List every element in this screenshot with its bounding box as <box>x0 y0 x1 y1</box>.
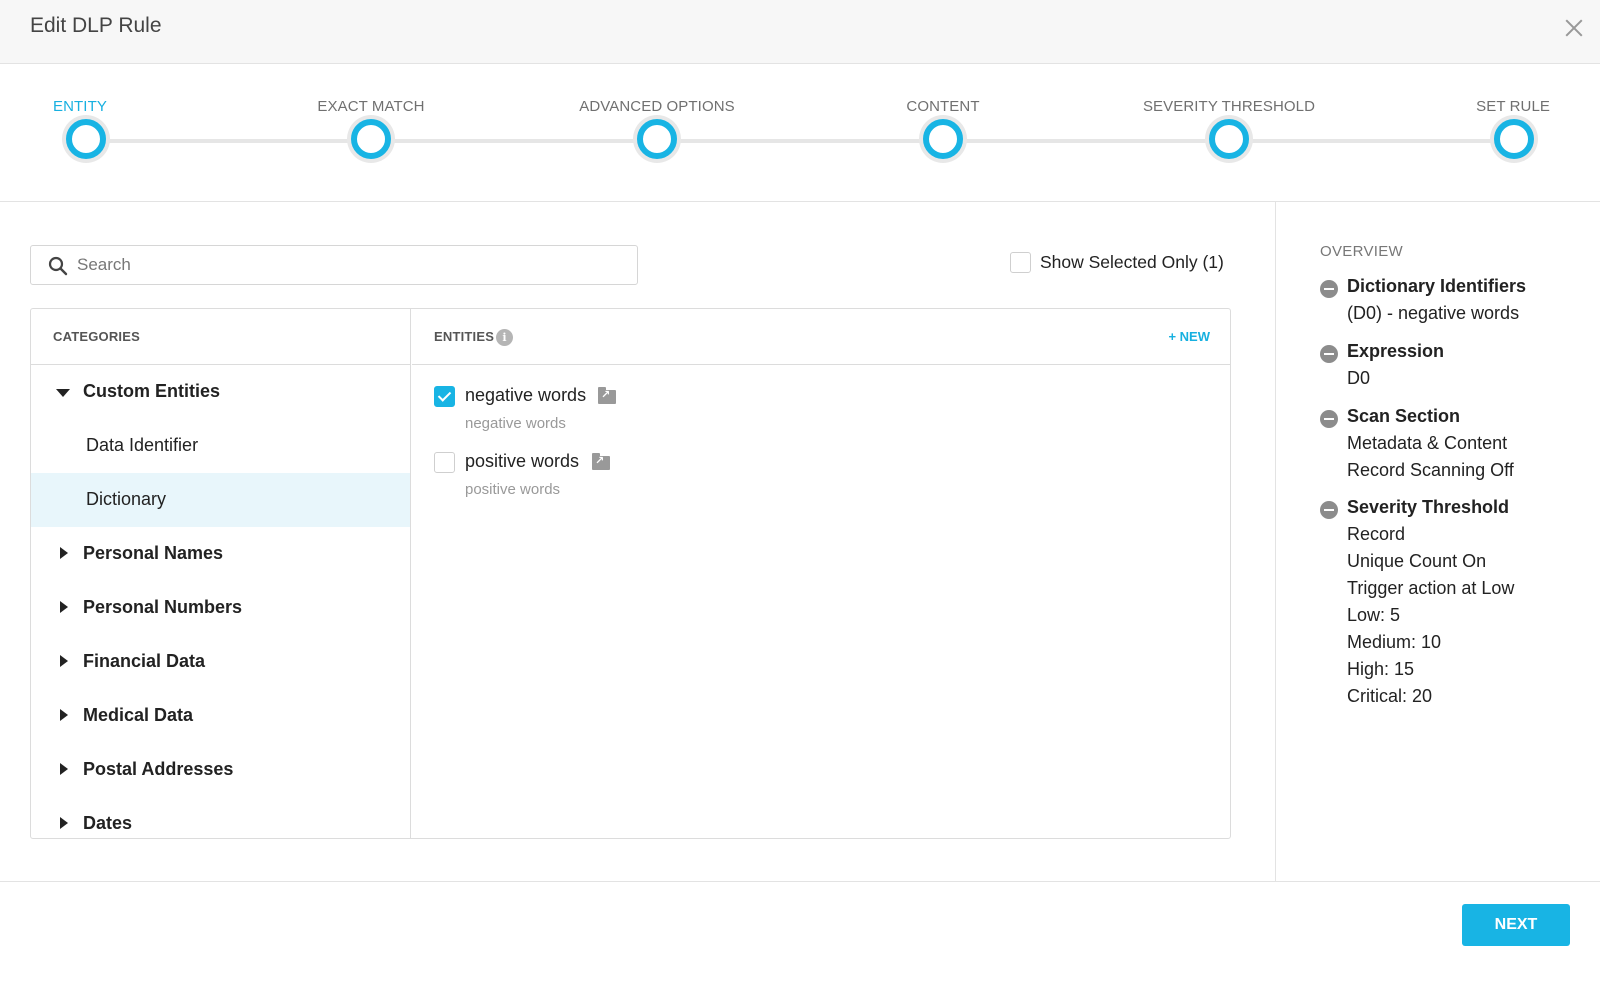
entity-description: positive words <box>465 481 561 498</box>
caret-down-icon[interactable] <box>56 389 70 397</box>
overview-section-title: Severity Threshold <box>1347 497 1510 517</box>
overview-section-title: Expression <box>1347 341 1445 361</box>
step-dot[interactable] <box>923 119 963 159</box>
overview-section-value: D0 <box>1347 368 1371 388</box>
search-box[interactable] <box>30 245 638 285</box>
overview-section-value: Medium: 10 <box>1347 632 1442 652</box>
step-dot[interactable] <box>66 119 106 159</box>
entities-list: negative wordsnegative wordspositive wor… <box>412 365 1230 498</box>
caret-right-icon[interactable] <box>60 601 68 613</box>
new-entity-link[interactable]: + NEW <box>1168 329 1210 344</box>
step-label: ADVANCED OPTIONS <box>579 98 735 115</box>
step-dot[interactable] <box>1209 119 1249 159</box>
category-item[interactable]: Custom Entities <box>31 365 410 419</box>
entity-checkbox[interactable] <box>434 452 455 473</box>
caret-right-icon[interactable] <box>60 709 68 721</box>
caret-right-icon[interactable] <box>60 817 68 829</box>
category-label: Postal Addresses <box>83 759 234 779</box>
category-item[interactable]: Postal Addresses <box>31 743 410 797</box>
info-icon[interactable]: i <box>496 329 513 346</box>
overview-section-title: Dictionary Identifiers <box>1347 276 1527 296</box>
entity-selection-area: Show Selected Only (1) CATEGORIES Custom… <box>0 202 1275 882</box>
category-item[interactable]: Financial Data <box>31 635 410 689</box>
caret-right-icon[interactable] <box>60 547 68 559</box>
overview-section-value: Record <box>1347 524 1406 544</box>
overview-section-value: Low: 5 <box>1347 605 1401 625</box>
wizard-stepper: ENTITY EXACT MATCH ADVANCED OPTIONS CONTENT… <box>0 64 1600 202</box>
step-set-rule[interactable]: SET RULE <box>1394 64 1600 202</box>
categories-column: CATEGORIES Custom Entities Data Identifie… <box>31 309 411 838</box>
category-label: Custom Entities <box>83 381 221 401</box>
category-subitem[interactable]: Dictionary <box>31 473 410 527</box>
category-subitem[interactable]: Data Identifier <box>31 419 410 473</box>
step-content[interactable]: CONTENT <box>823 64 1063 202</box>
overview-section-value: Trigger action at Low <box>1347 578 1515 598</box>
category-label: Dictionary <box>86 489 167 509</box>
entity-checkbox[interactable] <box>434 386 455 407</box>
open-folder-icon[interactable] <box>598 387 616 404</box>
step-exact-match[interactable]: EXACT MATCH <box>251 64 491 202</box>
step-dot[interactable] <box>1494 119 1534 159</box>
entities-header-label: ENTITIES <box>434 329 495 344</box>
caret-right-icon[interactable] <box>60 655 68 667</box>
remove-icon[interactable] <box>1320 345 1338 363</box>
category-label: Medical Data <box>83 705 194 725</box>
step-dot[interactable] <box>351 119 391 159</box>
overview-section-value: Record Scanning Off <box>1347 460 1514 480</box>
remove-icon[interactable] <box>1320 410 1338 428</box>
category-item[interactable]: Personal Numbers <box>31 581 410 635</box>
step-entity[interactable]: ENTITY <box>0 64 206 202</box>
category-item[interactable]: Medical Data <box>31 689 410 743</box>
category-label: Dates <box>83 813 133 833</box>
overview-section-title: Scan Section <box>1347 406 1461 426</box>
entity-description: negative words <box>465 415 566 432</box>
overview-section-value: Critical: 20 <box>1347 686 1433 706</box>
categories-list: Custom Entities Data Identifier Dictionary… <box>31 365 410 838</box>
step-label: SET RULE <box>1476 98 1550 115</box>
categories-header-label: CATEGORIES <box>53 329 140 344</box>
entity-item: positive words positive words <box>412 431 1230 498</box>
entities-column: ENTITIES i + NEW negative wordsnegative … <box>412 309 1230 838</box>
next-button[interactable]: NEXT <box>1462 904 1570 946</box>
step-advanced-options[interactable]: ADVANCED OPTIONS <box>537 64 777 202</box>
dialog-footer: NEXT <box>0 881 1600 986</box>
category-item[interactable]: Personal Names <box>31 527 410 581</box>
entity-name: positive words <box>465 451 580 471</box>
category-label: Financial Data <box>83 651 206 671</box>
show-selected-only-toggle[interactable]: Show Selected Only (1) <box>1010 250 1224 274</box>
overview-section-value: High: 15 <box>1347 659 1415 679</box>
remove-icon[interactable] <box>1320 280 1338 298</box>
category-item[interactable]: Dates <box>31 797 410 838</box>
overview-section-value: Metadata & Content <box>1347 433 1508 453</box>
category-label: Personal Numbers <box>83 597 243 617</box>
step-dot[interactable] <box>637 119 677 159</box>
step-severity-threshold[interactable]: SEVERITY THRESHOLD <box>1109 64 1349 202</box>
remove-icon[interactable] <box>1320 501 1338 519</box>
entity-picker-panel: CATEGORIES Custom Entities Data Identifie… <box>30 308 1231 839</box>
overview-section-value: (D0) - negative words <box>1347 303 1520 323</box>
overview-section-value: Unique Count On <box>1347 551 1487 571</box>
show-selected-label: Show Selected Only (1) <box>1040 251 1224 272</box>
entity-item: negative words negative words <box>412 365 1230 432</box>
categories-header: CATEGORIES <box>31 309 410 365</box>
dialog-title: Edit DLP Rule <box>30 14 162 37</box>
entities-header: ENTITIES i + NEW <box>412 309 1230 365</box>
entity-name: negative words <box>465 385 587 405</box>
search-icon <box>48 256 68 276</box>
open-folder-icon[interactable] <box>592 453 610 470</box>
overview-title: OVERVIEW <box>1320 243 1403 260</box>
step-label: CONTENT <box>906 98 980 115</box>
dialog-header: Edit DLP Rule <box>0 0 1600 64</box>
step-label: EXACT MATCH <box>317 98 425 115</box>
close-icon[interactable] <box>1562 16 1586 40</box>
search-input[interactable] <box>77 251 627 279</box>
category-label: Data Identifier <box>86 435 199 455</box>
show-selected-checkbox[interactable] <box>1010 251 1031 273</box>
overview-panel: OVERVIEW Dictionary Identifiers (D0) - ne… <box>1275 202 1600 882</box>
category-label: Personal Names <box>83 543 224 563</box>
caret-right-icon[interactable] <box>60 763 68 775</box>
